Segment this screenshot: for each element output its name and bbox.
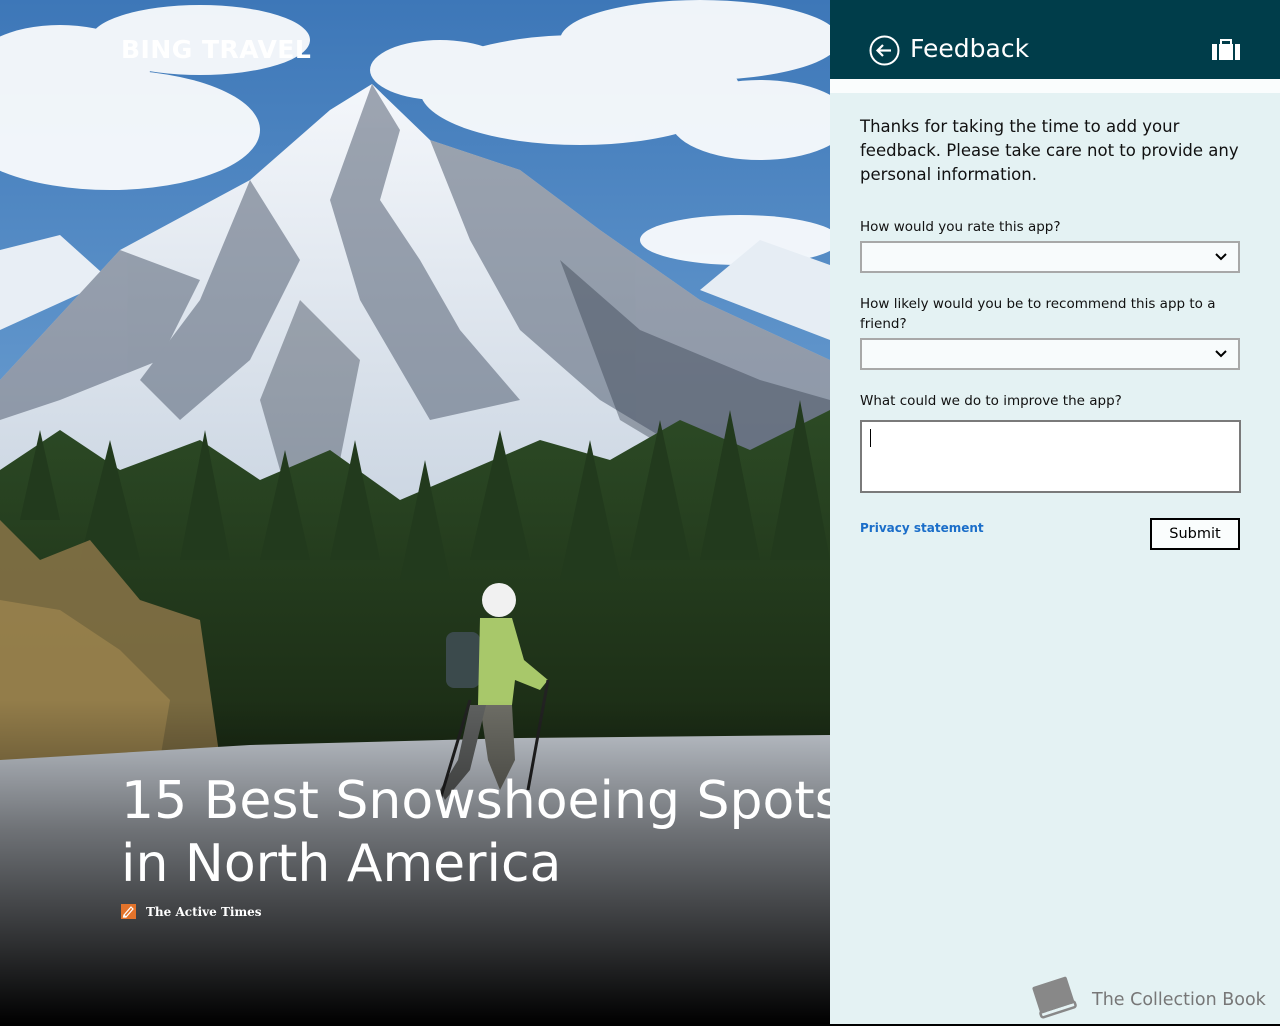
rate-select[interactable]: [860, 241, 1240, 273]
source-logo-icon: [121, 904, 136, 919]
feedback-panel: Feedback Thanks for taking the time to a…: [830, 0, 1280, 1024]
back-arrow-icon[interactable]: [869, 35, 900, 66]
chevron-down-icon: [1214, 347, 1228, 361]
rate-label: How would you rate this app?: [860, 219, 1061, 235]
feedback-header: Feedback: [830, 0, 1280, 79]
book-icon: [1028, 973, 1080, 1026]
app-title: BING TRAVEL: [121, 35, 312, 64]
chevron-down-icon: [1214, 250, 1228, 264]
source-name: The Active Times: [146, 904, 262, 919]
feedback-title: Feedback: [910, 34, 1030, 63]
watermark-text: The Collection Book: [1092, 989, 1266, 1010]
recommend-select[interactable]: [860, 338, 1240, 370]
hero-panel[interactable]: BING TRAVEL 15 Best Snowshoeing Spots in…: [0, 0, 830, 1024]
article-headline[interactable]: 15 Best Snowshoeing Spots in North Ameri…: [121, 770, 830, 896]
briefcase-icon: [1211, 38, 1241, 62]
recommend-label: How likely would you be to recommend thi…: [860, 296, 1216, 332]
feedback-intro: Thanks for taking the time to add your f…: [860, 117, 1239, 184]
privacy-statement-link[interactable]: Privacy statement: [860, 521, 984, 535]
text-caret: [870, 429, 871, 447]
article-source[interactable]: The Active Times: [121, 904, 262, 919]
watermark: The Collection Book: [1028, 973, 1266, 1026]
improve-label: What could we do to improve the app?: [860, 393, 1122, 409]
submit-button[interactable]: Submit: [1150, 518, 1240, 550]
improve-textarea[interactable]: [860, 420, 1241, 493]
header-divider: [830, 79, 1280, 93]
